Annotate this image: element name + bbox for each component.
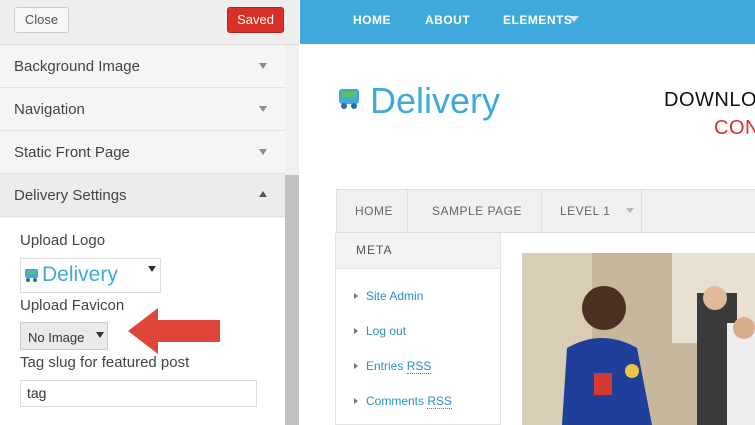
section-label: Background Image (14, 58, 140, 75)
truck-icon (25, 269, 38, 282)
bullet-icon (354, 398, 358, 404)
link-text: Comments (366, 394, 428, 408)
truck-icon (339, 89, 359, 109)
upload-logo-label: Upload Logo (20, 232, 106, 249)
topnav-elements[interactable]: ELEMENTS (503, 13, 572, 27)
widget-title: META (336, 233, 500, 269)
upload-logo-select[interactable]: Delivery (20, 258, 161, 293)
link-text: Entries (366, 359, 407, 373)
rss-abbr: RSS (427, 394, 453, 409)
mainnav-sample-page[interactable]: SAMPLE PAGE (408, 190, 542, 232)
chevron-down-icon (96, 332, 104, 338)
chevron-down-icon (569, 16, 579, 22)
topnav-about[interactable]: ABOUT (425, 13, 470, 27)
chevron-down-icon (259, 149, 267, 155)
link-site-admin[interactable]: Site Admin (354, 289, 423, 303)
link-log-out[interactable]: Log out (354, 324, 406, 338)
nav-label: HOME (355, 204, 393, 218)
main-navigation: HOME SAMPLE PAGE LEVEL 1 (336, 189, 755, 233)
red-arrow-icon (128, 308, 220, 354)
chevron-down-icon (259, 106, 267, 112)
site-title[interactable]: Delivery (370, 80, 500, 122)
banner-text-line1: DOWNLO (664, 89, 755, 111)
widget-title-text: META (356, 243, 393, 257)
panel-header: Close Saved (0, 0, 299, 45)
link-text: Site Admin (366, 289, 424, 303)
bullet-icon (354, 293, 358, 299)
upload-favicon-label: Upload Favicon (20, 297, 125, 314)
link-text: Log out (366, 324, 407, 338)
rss-abbr: RSS (406, 359, 432, 374)
site-preview: HOME ABOUT ELEMENTS Delivery DOWNLO CON … (300, 0, 755, 425)
link-entries-rss[interactable]: Entries RSS (354, 359, 432, 374)
favicon-select-value: No Image (28, 330, 85, 345)
bullet-icon (354, 363, 358, 369)
tag-slug-label: Tag slug for featured post (20, 354, 190, 371)
link-comments-rss[interactable]: Comments RSS (354, 394, 453, 409)
section-static-front-page[interactable]: Static Front Page (0, 131, 285, 174)
close-button[interactable]: Close (14, 7, 69, 33)
top-navigation-bar: HOME ABOUT ELEMENTS (300, 0, 755, 44)
section-background-image[interactable]: Background Image (0, 45, 285, 88)
section-navigation[interactable]: Navigation (0, 88, 285, 131)
section-label: Navigation (14, 101, 85, 118)
featured-photo[interactable] (522, 253, 755, 425)
chevron-down-icon (148, 266, 156, 272)
section-label: Delivery Settings (14, 187, 127, 204)
meta-widget: META Site Admin Log out Entries RSS Comm… (335, 233, 501, 425)
upload-favicon-select[interactable]: No Image (20, 322, 108, 350)
mainnav-home[interactable]: HOME (337, 190, 408, 232)
topnav-home[interactable]: HOME (353, 13, 391, 27)
chevron-down-icon (626, 208, 634, 213)
scrollbar-thumb[interactable] (285, 175, 299, 425)
banner-text-line2: CON (714, 117, 755, 139)
section-delivery-settings[interactable]: Delivery Settings (0, 174, 285, 217)
nav-label: SAMPLE PAGE (432, 204, 522, 218)
mainnav-level-1[interactable]: LEVEL 1 (542, 190, 642, 232)
customizer-panel: Close Saved Background Image Navigation … (0, 0, 299, 425)
nav-label: LEVEL 1 (560, 204, 611, 218)
logo-select-text: Delivery (42, 263, 118, 286)
panel-scrollbar[interactable] (285, 45, 299, 425)
chevron-down-icon (259, 63, 267, 69)
section-label: Static Front Page (14, 144, 130, 161)
saved-button[interactable]: Saved (227, 7, 284, 33)
bullet-icon (354, 328, 358, 334)
chevron-up-icon (259, 191, 267, 197)
tag-slug-input[interactable]: tag (20, 380, 257, 407)
